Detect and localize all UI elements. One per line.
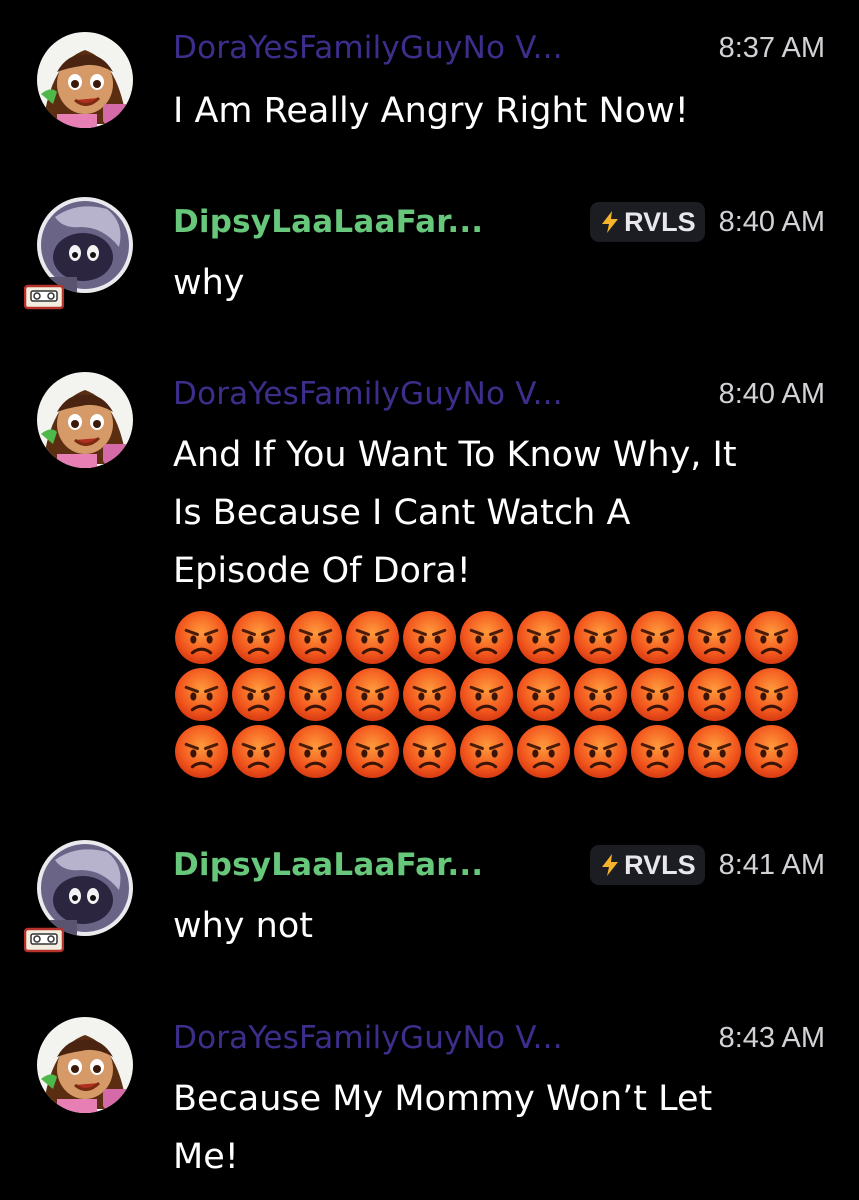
cassette-badge-icon (24, 283, 64, 311)
angry-face-emoji[interactable] (344, 666, 401, 723)
author-name[interactable]: DoraYesFamilyGuyNo V... (173, 376, 563, 412)
message-line: Me! (173, 1137, 239, 1177)
message-text: Because My Mommy Won’t Let Me! (173, 1070, 813, 1186)
angry-face-emoji[interactable] (173, 609, 230, 666)
angry-face-emoji[interactable] (743, 723, 800, 780)
message-timestamp: 8:40 AM (718, 205, 825, 238)
emoji-row (173, 609, 800, 666)
angry-face-emoji[interactable] (344, 609, 401, 666)
message-line: Episode Of Dora! (173, 551, 471, 591)
angry-face-emoji[interactable] (572, 666, 629, 723)
emoji-row (173, 666, 800, 723)
angry-face-emoji[interactable] (287, 666, 344, 723)
dipsy-avatar[interactable] (37, 840, 133, 936)
author-name[interactable]: DipsyLaaLaaFar... (173, 847, 483, 883)
server-tag[interactable]: RVLS (590, 202, 705, 242)
message-timestamp: 8:40 AM (718, 377, 825, 410)
message-timestamp: 8:43 AM (718, 1021, 825, 1054)
message-text: why (173, 254, 813, 312)
angry-face-emoji[interactable] (173, 723, 230, 780)
message-text: why not (173, 897, 813, 955)
angry-face-emoji[interactable] (458, 609, 515, 666)
angry-face-emoji[interactable] (515, 723, 572, 780)
dora-avatar[interactable] (37, 372, 133, 468)
angry-face-emoji[interactable] (173, 666, 230, 723)
angry-face-emoji[interactable] (230, 666, 287, 723)
angry-face-emoji[interactable] (287, 609, 344, 666)
message-text: I Am Really Angry Right Now! (173, 82, 813, 140)
cassette-badge-icon (24, 926, 64, 954)
message-timestamp: 8:37 AM (718, 31, 825, 64)
angry-face-emoji[interactable] (401, 609, 458, 666)
angry-face-emoji[interactable] (230, 609, 287, 666)
author-name[interactable]: DoraYesFamilyGuyNo V... (173, 1020, 563, 1056)
dora-avatar[interactable] (37, 1017, 133, 1113)
angry-face-emoji[interactable] (629, 723, 686, 780)
angry-face-emoji[interactable] (515, 666, 572, 723)
angry-face-emoji[interactable] (458, 666, 515, 723)
angry-face-emoji[interactable] (629, 666, 686, 723)
angry-face-emoji[interactable] (515, 609, 572, 666)
angry-face-emoji[interactable] (743, 609, 800, 666)
message-timestamp: 8:41 AM (718, 848, 825, 881)
angry-face-emoji[interactable] (572, 723, 629, 780)
message-line: And If You Want To Know Why, It (173, 435, 737, 475)
dora-avatar[interactable] (37, 32, 133, 128)
lightning-icon (598, 853, 622, 877)
angry-face-emoji[interactable] (686, 609, 743, 666)
author-name[interactable]: DipsyLaaLaaFar... (173, 204, 483, 240)
emoji-block (173, 609, 800, 780)
message-text: And If You Want To Know Why, It Is Becau… (173, 426, 813, 600)
angry-face-emoji[interactable] (287, 723, 344, 780)
angry-face-emoji[interactable] (230, 723, 287, 780)
message-line: Because My Mommy Won’t Let (173, 1079, 713, 1119)
server-tag-label: RVLS (624, 849, 696, 880)
angry-face-emoji[interactable] (401, 666, 458, 723)
dipsy-avatar[interactable] (37, 197, 133, 293)
angry-face-emoji[interactable] (686, 666, 743, 723)
angry-face-emoji[interactable] (743, 666, 800, 723)
message-line: Is Because I Cant Watch A (173, 493, 631, 533)
message-line: why not (173, 906, 313, 946)
angry-face-emoji[interactable] (401, 723, 458, 780)
angry-face-emoji[interactable] (686, 723, 743, 780)
message-line: I Am Really Angry Right Now! (173, 91, 689, 131)
message-line: why (173, 263, 245, 303)
emoji-row (173, 723, 800, 780)
author-name[interactable]: DoraYesFamilyGuyNo V... (173, 30, 563, 66)
angry-face-emoji[interactable] (629, 609, 686, 666)
angry-face-emoji[interactable] (572, 609, 629, 666)
server-tag[interactable]: RVLS (590, 845, 705, 885)
server-tag-label: RVLS (624, 206, 696, 237)
angry-face-emoji[interactable] (458, 723, 515, 780)
angry-face-emoji[interactable] (344, 723, 401, 780)
lightning-icon (598, 210, 622, 234)
